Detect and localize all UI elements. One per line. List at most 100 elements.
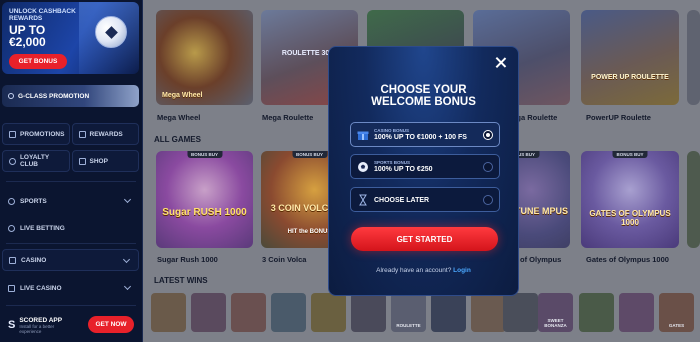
game-name: 3 Coin Volca [262,255,307,264]
loyalty-club-label: LOYALTY CLUB [19,154,50,168]
g-class-label: G-CLASS PROMOTION [18,92,90,100]
sports-bonus-option[interactable]: SPORTS BONUS 100% UP TO €250 [350,154,500,179]
game-name: Mega Wheel [157,113,201,122]
shop-link[interactable]: SHOP [71,150,139,172]
option-category: SPORTS BONUS [374,160,411,165]
game-tile-mega-wheel[interactable]: Mega Wheel [156,10,253,105]
latest-win-tile[interactable]: GATES [659,293,694,332]
g-class-promotion-banner[interactable]: G-CLASS PROMOTION [2,85,139,107]
sidebar-item-casino[interactable]: CASINO [2,249,139,271]
latest-win-tile[interactable] [431,293,466,332]
sidebar-divider [6,181,136,182]
sports-ball-icon [8,197,15,205]
promo-links-row: PROMOTIONS REWARDS [2,123,139,145]
scored-logo-icon: S [8,319,16,331]
shop-label: SHOP [89,157,108,165]
football-icon [95,16,127,48]
radio-selected-icon[interactable] [483,130,493,140]
modal-title-line2: WELCOME BONUS [371,96,476,108]
chevron-down-icon [123,282,132,291]
game-tile-powerup-roulette[interactable]: POWER UP ROULETTE [581,10,679,105]
latest-win-tile[interactable] [311,293,346,332]
sidebar-divider [6,243,136,244]
sidebar-item-live-betting[interactable]: LIVE BETTING [2,217,139,239]
modal-title: CHOOSE YOUR WELCOME BONUS [329,84,518,108]
choose-later-option[interactable]: CHOOSE LATER [350,187,500,212]
latest-win-tile[interactable] [351,293,386,332]
promo-dot-icon [8,93,14,99]
rewards-icon [78,130,86,138]
latest-win-tile[interactable] [151,293,186,332]
login-prompt: Already have an account? Login [329,267,518,274]
win-tile-text: ROULETTE [396,323,421,328]
game-tile-gates-of-olympus-1000[interactable]: BONUS BUY GATES OF OLYMPUS 1000 [581,151,679,248]
latest-win-tile[interactable] [231,293,266,332]
game-name: of Olympus [520,255,562,264]
latest-win-tile[interactable] [271,293,306,332]
latest-win-tile[interactable] [619,293,654,332]
rewards-link[interactable]: REWARDS [71,123,139,145]
promo-amount: UP TO €2,000 [9,24,46,48]
game-tile-sugar-rush[interactable]: BONUS BUY Sugar RUSH 1000 [156,151,253,248]
app-subtitle: Install for a better experience [19,323,55,334]
chevron-down-icon [122,255,131,264]
promotions-link[interactable]: PROMOTIONS [2,123,70,145]
close-icon[interactable] [495,57,506,68]
latest-win-tile[interactable] [471,293,506,332]
shop-icon [78,157,86,165]
live-casino-label: LIVE CASINO [20,284,62,292]
game-tile-partial[interactable] [687,151,700,248]
win-tile-text: GATES [668,323,685,328]
star-icon [9,157,16,165]
game-name: PowerUP Roulette [586,113,651,122]
modal-title-line1: CHOOSE YOUR [380,84,467,96]
login-prompt-text: Already have an account? [376,267,452,274]
option-value: 100% UP TO €250 [374,166,433,173]
game-tile-partial[interactable] [687,10,700,105]
sports-ball-icon [358,162,368,172]
live-casino-icon [8,284,15,292]
radio-unselected-icon[interactable] [483,162,493,172]
get-started-button[interactable]: GET STARTED [351,227,498,251]
live-betting-label: LIVE BETTING [20,224,65,232]
cashback-promo-banner[interactable]: UNLOCK CASHBACK REWARDS UP TO €2,000 GET… [2,2,139,74]
chevron-down-icon [123,195,132,204]
app-text: SCORED APP Install for a better experien… [19,317,62,334]
promo-value: €2,000 [9,35,46,49]
loyalty-club-link[interactable]: LOYALTY CLUB [2,150,70,172]
app-download-promo: S SCORED APP Install for a better experi… [2,310,139,340]
bonus-buy-badge: BONUS BUY [186,151,223,158]
promo-headline: UNLOCK CASHBACK REWARDS [9,8,76,22]
latest-win-tile[interactable] [503,293,538,332]
cards-icon [9,256,16,264]
latest-win-tile[interactable]: SWEET BONANZA [538,293,573,332]
latest-win-tile[interactable] [191,293,226,332]
option-category: CASINO BONUS [374,128,410,133]
casino-bonus-option[interactable]: CASINO BONUS 100% UP TO €1000 + 100 FS [350,122,500,147]
bonus-buy-badge: BONUS BUY [291,151,328,158]
latest-win-tile[interactable] [579,293,614,332]
login-link[interactable]: Login [453,267,471,274]
section-title-latest-wins: LATEST WINS [154,276,208,285]
latest-win-tile[interactable]: ROULETTE [391,293,426,332]
tile-text: Mega Wheel [162,92,203,99]
option-value: 100% UP TO €1000 + 100 FS [374,134,467,141]
get-bonus-button[interactable]: GET BONUS [9,54,67,69]
sports-label: SPORTS [20,197,47,205]
sidebar-item-live-casino[interactable]: LIVE CASINO [2,277,139,299]
sidebar-item-sports[interactable]: SPORTS [2,190,139,212]
casino-label: CASINO [21,256,47,264]
sidebar-divider [6,305,136,306]
club-links-row: LOYALTY CLUB SHOP [2,150,139,172]
game-name: Sugar Rush 1000 [157,255,218,264]
promotions-icon [9,130,16,138]
live-signal-icon [8,224,15,232]
app-title: SCORED APP [19,316,63,324]
hourglass-icon [359,194,367,206]
radio-unselected-icon[interactable] [483,195,493,205]
tile-text: GATES OF OLYMPUS 1000 [589,209,671,227]
tile-text: TUNE MPUS [514,206,568,216]
sidebar: UNLOCK CASHBACK REWARDS UP TO €2,000 GET… [0,0,143,342]
rewards-label: REWARDS [89,130,123,138]
get-now-button[interactable]: GET NOW [88,316,134,333]
